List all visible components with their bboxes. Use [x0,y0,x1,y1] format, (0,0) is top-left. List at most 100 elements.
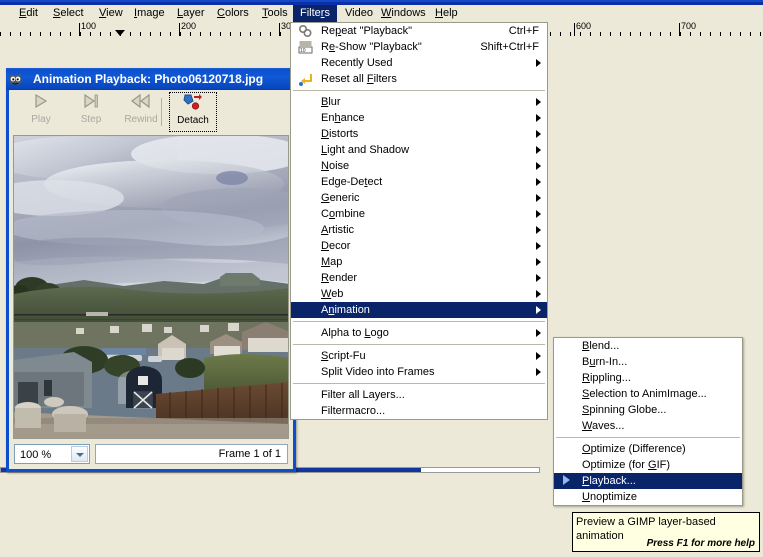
submenu-arrow-icon [536,258,541,266]
menu-item-shortcut: Ctrl+F [508,25,539,37]
menubar-item-filters[interactable]: Filters [293,5,337,22]
submenu-arrow-icon [536,306,541,314]
menu-item-label: Unoptimize [582,491,638,503]
submenu-arrow-icon [536,226,541,234]
menubar-item-edit[interactable]: Edit [12,5,45,22]
menu-item-label: Alpha to Logo [321,327,389,339]
menu-item-enhance[interactable]: Enhance [291,110,547,126]
play-button-label: Play [31,114,51,125]
submenu-arrow-icon [536,130,541,138]
menu-item-label: Recently Used [321,57,393,69]
menu-item-decor[interactable]: Decor [291,238,547,254]
ruler-label: 600 [576,22,592,31]
menu-item-label: Script-Fu [321,350,366,362]
menu-item-label: Distorts [321,128,359,140]
menu-item-label: Waves... [582,420,625,432]
menu-item-recently-used[interactable]: Recently Used [291,55,547,71]
photo-landscape-graphic [14,136,288,438]
menu-item-label: Spinning Globe... [582,404,667,416]
menubar[interactable]: Edit Select View Image Layer Colors Tools Filte… [0,5,763,22]
menu-item-spinning-globe[interactable]: Spinning Globe... [554,402,742,418]
menubar-item-label: Video [345,7,373,19]
menu-item-edge-detect[interactable]: Edge-Detect [291,174,547,190]
menu-item-label: Web [321,288,344,300]
menu-item-selection-to-animimage[interactable]: Selection to AnimImage... [554,386,742,402]
menubar-item-colors[interactable]: Colors [210,5,256,22]
menu-item-burn-in[interactable]: Burn-In... [554,354,742,370]
menu-item-waves[interactable]: Waves... [554,418,742,434]
menu-item-unoptimize[interactable]: Unoptimize [554,489,742,505]
menubar-item-label: Tools [262,7,288,19]
tooltip-hint: Press F1 for more help [646,538,755,549]
menubar-item-label: Edit [19,7,38,19]
menu-item-label: Optimize (for GIF) [582,459,671,471]
chevron-down-icon[interactable] [71,446,88,462]
menu-item-label: Optimize (Difference) [582,443,686,455]
menu-separator [293,344,545,345]
menu-item-animation[interactable]: Animation [291,302,547,318]
menu-item-combine[interactable]: Combine [291,206,547,222]
menu-item-filtermacro[interactable]: Filtermacro... [291,403,547,419]
reset-filters-icon [298,72,313,86]
submenu-arrow-icon [536,178,541,186]
menu-item-label: Combine [321,208,366,220]
svg-text:10: 10 [300,48,306,54]
menu-item-label: Filter all Layers... [321,389,405,401]
menu-item-repeat-playback[interactable]: Repeat "Playback" Ctrl+F [291,23,547,39]
ruler-major-tick [679,23,680,36]
menu-item-label: Blend... [582,340,620,352]
animation-toolbar[interactable]: Play Step Rewind Detach [9,90,293,134]
animation-window-titlebar[interactable]: Animation Playback: Photo06120718.jpg [6,68,296,90]
menu-item-script-fu[interactable]: Script-Fu [291,348,547,364]
menu-item-distorts[interactable]: Distorts [291,126,547,142]
animation-playback-window[interactable]: Play Step Rewind Detach 100 % Frame 1 of… [6,68,296,472]
step-button-label: Step [80,114,102,125]
detach-button[interactable]: Detach [169,92,217,132]
menu-item-artistic[interactable]: Artistic [291,222,547,238]
rewind-button-label: Rewind [124,114,158,125]
filters-dropdown-menu[interactable]: Repeat "Playback" Ctrl+F 10 Re-Show "Playba… [290,22,548,420]
menu-item-noise[interactable]: Noise [291,158,547,174]
menu-item-optimize-difference[interactable]: Optimize (Difference) [554,441,742,457]
menu-item-label: Artistic [321,224,355,236]
menu-item-render[interactable]: Render [291,270,547,286]
menu-item-map[interactable]: Map [291,254,547,270]
menu-item-rippling[interactable]: Rippling... [554,370,742,386]
menu-item-web[interactable]: Web [291,286,547,302]
menu-item-label: Render [321,272,358,284]
menu-item-blur[interactable]: Blur [291,94,547,110]
menu-separator [556,437,740,438]
menu-item-label: Noise [321,160,350,172]
menu-item-re-show-playback[interactable]: 10 Re-Show "Playback" Shift+Ctrl+F [291,39,547,55]
menubar-item-help[interactable]: Help [428,5,465,22]
menubar-item-select[interactable]: Select [46,5,91,22]
menu-item-optimize-for-gif[interactable]: Optimize (for GIF) [554,457,742,473]
menubar-item-label: Layer [177,7,205,19]
menu-item-label: Re-Show "Playback" [321,41,422,53]
submenu-arrow-icon [536,146,541,154]
menu-item-split-video-into-frames[interactable]: Split Video into Frames [291,364,547,380]
ruler-major-tick [179,23,180,36]
menu-item-generic[interactable]: Generic [291,190,547,206]
zoom-combobox[interactable]: 100 % [14,444,90,464]
menubar-item-view[interactable]: View [92,5,130,22]
menu-item-label: Generic [321,192,360,204]
menubar-item-image[interactable]: Image [127,5,172,22]
step-button[interactable]: Step [67,92,115,132]
ruler-label: 700 [681,22,697,31]
menu-item-light-and-shadow[interactable]: Light and Shadow [291,142,547,158]
play-button[interactable]: Play [17,92,65,132]
menu-item-playback[interactable]: Playback... [554,473,742,489]
menu-item-filter-all-layers[interactable]: Filter all Layers... [291,387,547,403]
animation-submenu[interactable]: Blend... Burn-In... Rippling... Selection t… [553,337,743,506]
animation-window-title: Animation Playback: Photo06120718.jpg [33,72,264,86]
rewind-button[interactable]: Rewind [117,92,165,132]
menu-item-alpha-to-logo[interactable]: Alpha to Logo [291,325,547,341]
menubar-item-label: Filters [300,7,330,19]
menu-item-blend[interactable]: Blend... [554,338,742,354]
menu-item-label: Repeat "Playback" [321,25,412,37]
menubar-item-windows[interactable]: Windows [374,5,433,22]
menubar-item-tools[interactable]: Tools [255,5,295,22]
menubar-item-layer[interactable]: Layer [170,5,212,22]
menu-item-reset-all-filters[interactable]: Reset all Filters [291,71,547,87]
